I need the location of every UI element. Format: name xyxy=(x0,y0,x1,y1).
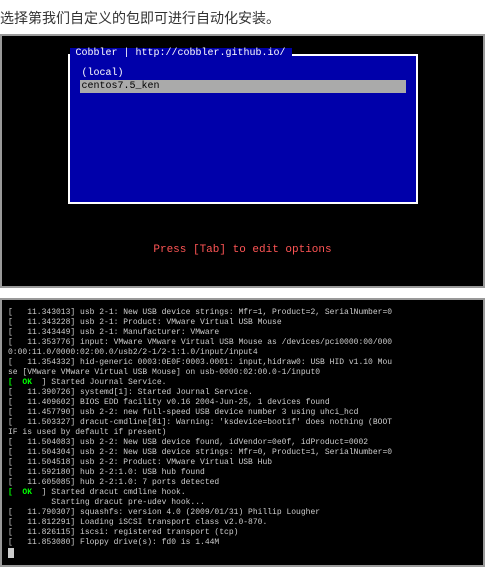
kernel-boot-log: [ 11.343013] usb 2-1: New USB device str… xyxy=(0,298,485,567)
cobbler-boot-area: Cobbler | http://cobbler.github.io/ (loc… xyxy=(2,36,483,286)
dmesg-lines: [ 11.343013] usb 2-1: New USB device str… xyxy=(8,308,477,548)
cobbler-boot-screenshot: Cobbler | http://cobbler.github.io/ (loc… xyxy=(0,34,485,288)
boot-menu-item-centos[interactable]: centos7.5_ken xyxy=(80,80,406,93)
tab-edit-hint: Press [Tab] to edit options xyxy=(8,244,477,256)
boot-menu-list[interactable]: (local) centos7.5_ken xyxy=(70,59,416,101)
title-url: http://cobbler.github.io/ xyxy=(136,48,286,59)
boot-menu-frame: Cobbler | http://cobbler.github.io/ (loc… xyxy=(68,54,418,204)
boot-menu-title: Cobbler | http://cobbler.github.io/ xyxy=(70,48,292,59)
terminal-cursor xyxy=(8,548,14,558)
title-prefix: Cobbler | xyxy=(76,48,136,59)
page-description: 选择第我们自定义的包即可进行自动化安装。 xyxy=(0,8,500,28)
boot-menu-item-local[interactable]: (local) xyxy=(80,67,406,80)
